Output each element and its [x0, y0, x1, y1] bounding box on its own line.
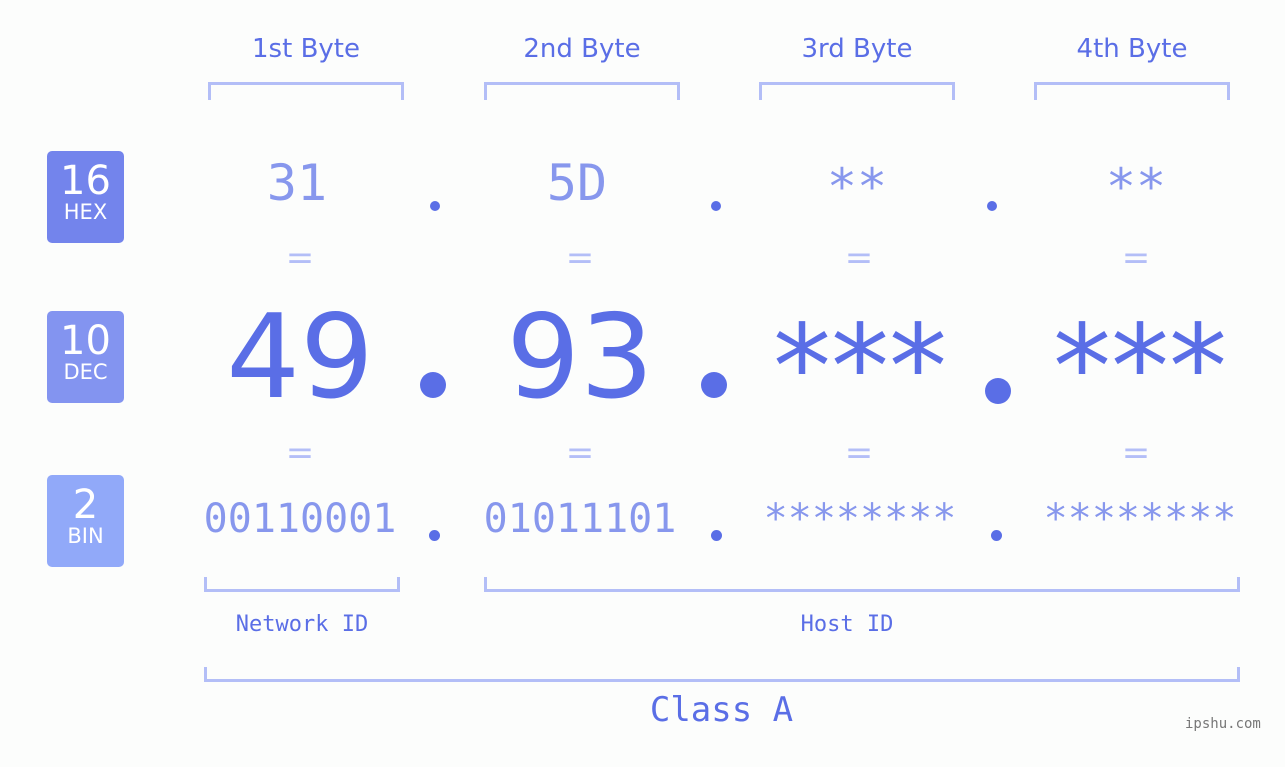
- bin-byte-1: 00110001: [203, 496, 397, 542]
- equals-sign: =: [285, 433, 315, 473]
- bin-dot-2: [711, 530, 722, 541]
- network-id-label: Network ID: [235, 612, 369, 637]
- dec-byte-1: 49: [226, 290, 374, 425]
- equals-sign: =: [1121, 433, 1151, 473]
- byte-bracket-4: [1034, 82, 1230, 100]
- dec-byte-2: 93: [506, 290, 654, 425]
- bin-base-number: 2: [72, 482, 99, 528]
- byte-bracket-3: [759, 82, 955, 100]
- hex-byte-3: **: [826, 158, 888, 216]
- watermark: ipshu.com: [1185, 716, 1261, 732]
- byte-header-2: 2nd Byte: [523, 34, 641, 64]
- bin-byte-2: 01011101: [483, 496, 677, 542]
- bin-base-label: BIN: [67, 524, 104, 548]
- hex-base-number: 16: [60, 158, 111, 204]
- dec-dot-3: [985, 378, 1011, 404]
- dec-byte-3: ***: [1053, 300, 1227, 435]
- dec-base-number: 10: [60, 318, 111, 364]
- equals-sign: =: [844, 433, 874, 473]
- dec-badge: 10 DEC: [47, 311, 124, 403]
- class-label: Class A: [649, 690, 794, 730]
- hex-dot-3: [987, 201, 997, 211]
- equals-sign: =: [565, 238, 595, 278]
- dec-dot-2: [701, 372, 727, 398]
- equals-sign: =: [1121, 238, 1151, 278]
- bin-badge: 2 BIN: [47, 475, 124, 567]
- byte-header-4: 4th Byte: [1076, 34, 1188, 64]
- equals-sign: =: [565, 433, 595, 473]
- byte-bracket-1: [208, 82, 404, 100]
- class-bracket: [204, 667, 1240, 682]
- network-id-bracket: [204, 577, 400, 592]
- equals-sign: =: [844, 238, 874, 278]
- hex-base-label: HEX: [63, 200, 108, 224]
- hex-byte-1: 31: [266, 154, 328, 212]
- dec-byte-3: ***: [773, 300, 947, 435]
- bin-byte-3: ********: [763, 496, 957, 542]
- bin-dot-1: [429, 530, 440, 541]
- bin-byte-4: ********: [1043, 496, 1237, 542]
- host-id-label: Host ID: [800, 612, 894, 637]
- equals-sign: =: [285, 238, 315, 278]
- dec-base-label: DEC: [63, 360, 108, 384]
- hex-badge: 16 HEX: [47, 151, 124, 243]
- byte-header-3: 3rd Byte: [801, 34, 913, 64]
- byte-bracket-2: [484, 82, 680, 100]
- bin-dot-3: [991, 530, 1002, 541]
- hex-byte-4: **: [1105, 158, 1167, 216]
- dec-dot-1: [420, 372, 446, 398]
- hex-byte-2: 5D: [546, 154, 608, 212]
- hex-dot-1: [430, 201, 440, 211]
- hex-dot-2: [711, 201, 721, 211]
- host-id-bracket: [484, 577, 1240, 592]
- byte-header-1: 1st Byte: [252, 34, 360, 64]
